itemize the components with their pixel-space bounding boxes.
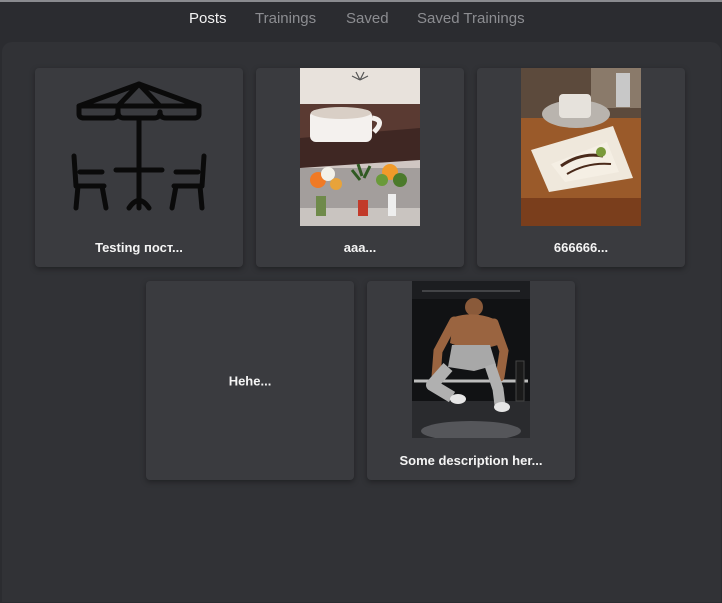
post-card[interactable]: aaa... [256, 68, 464, 267]
coffee-cup-flowers-photo [300, 68, 420, 226]
post-card[interactable]: 666666... [477, 68, 685, 267]
post-caption: aaa... [343, 240, 377, 255]
profile-page: Posts Trainings Saved Saved Trainings Te… [0, 0, 722, 603]
post-caption: 666666... [553, 240, 609, 255]
cake-dessert-photo [521, 68, 641, 226]
post-caption: Testing пост... [95, 240, 183, 255]
athlete-barbell-photo [412, 281, 530, 438]
post-caption: Some description her... [399, 453, 543, 468]
posts-grid: Testing пост... aaa... 666666... Hehe...… [2, 42, 721, 602]
post-card[interactable]: Testing пост... [35, 68, 243, 267]
tab-saved[interactable]: Saved [346, 10, 389, 27]
tab-bar: Posts Trainings Saved Saved Trainings [0, 0, 722, 36]
cafe-table-umbrella-icon [54, 68, 224, 218]
post-card[interactable]: Hehe... [146, 281, 354, 480]
tab-posts[interactable]: Posts [189, 10, 227, 27]
post-card[interactable]: Some description her... [367, 281, 575, 480]
tab-trainings[interactable]: Trainings [255, 10, 316, 27]
post-caption: Hehe... [228, 373, 272, 388]
tab-saved-trainings[interactable]: Saved Trainings [417, 10, 525, 27]
